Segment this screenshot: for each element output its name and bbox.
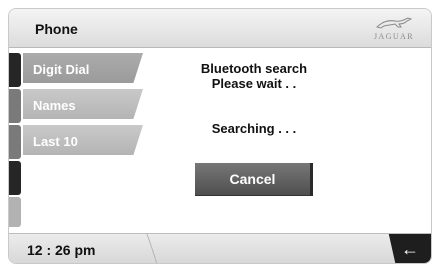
page-title: Phone bbox=[35, 21, 78, 37]
brand-wordmark: JAGUAR bbox=[374, 32, 414, 41]
phone-screen: Phone JAGUAR Digit Dial Names Last 10 Bl… bbox=[8, 8, 432, 264]
edge-tab-4[interactable] bbox=[9, 161, 21, 195]
header-bar: Phone JAGUAR bbox=[9, 9, 431, 48]
footer-bar: 12 : 26 pm ← bbox=[9, 233, 431, 263]
menu-item-label: Digit Dial bbox=[33, 62, 90, 77]
menu-item-label: Names bbox=[33, 98, 76, 113]
menu-item-names[interactable]: Names bbox=[23, 89, 143, 119]
searching-status: Searching . . . bbox=[211, 121, 297, 136]
jaguar-logo: JAGUAR bbox=[367, 15, 421, 43]
footer-divider bbox=[146, 234, 158, 263]
cancel-button[interactable]: Cancel bbox=[195, 163, 313, 196]
search-message-line-2: Please wait . . bbox=[211, 76, 297, 91]
menu-item-last-10[interactable]: Last 10 bbox=[23, 125, 143, 155]
back-arrow-icon: ← bbox=[401, 239, 419, 259]
edge-tab-2[interactable] bbox=[9, 89, 21, 123]
edge-tab-1[interactable] bbox=[9, 53, 21, 87]
edge-tab-5[interactable] bbox=[9, 197, 21, 227]
menu-item-label: Last 10 bbox=[33, 134, 78, 149]
menu-item-digit-dial[interactable]: Digit Dial bbox=[23, 53, 143, 83]
leaping-cat-icon bbox=[376, 17, 413, 29]
search-message-line-1: Bluetooth search bbox=[200, 61, 308, 76]
edge-tab-3[interactable] bbox=[9, 125, 21, 159]
